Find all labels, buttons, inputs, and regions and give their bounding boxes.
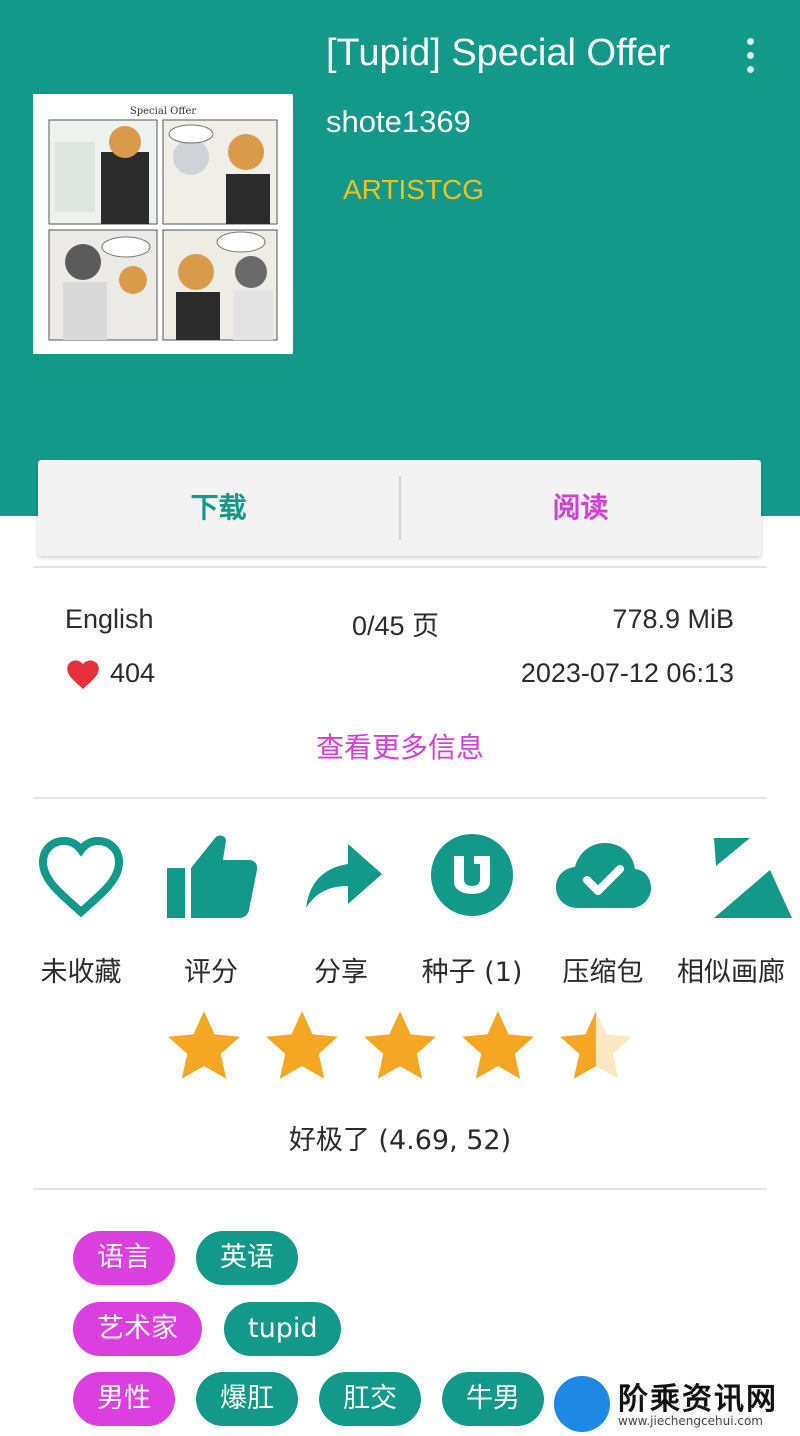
tool-label: 相似画廊: [677, 957, 785, 988]
star-icon: [364, 1011, 436, 1079]
heart-outline-icon: [38, 836, 124, 918]
cover-thumbnail: Special Offer: [41, 102, 285, 346]
size-text: 778.9 MiB: [612, 604, 734, 634]
cover-title: Special Offer: [130, 106, 197, 117]
gallery-title: [Tupid] Special Offer: [326, 32, 671, 74]
heart-icon: [67, 660, 99, 689]
download-button[interactable]: 下载: [38, 460, 399, 556]
similar-tool[interactable]: 相似画廊: [676, 830, 800, 988]
watermark: 阶乘资讯网 www.jiechengcehui.com: [552, 1374, 800, 1436]
similar-icon: [714, 838, 792, 918]
posted-date: 2023-07-12 06:13: [520, 658, 734, 688]
torrent-icon: [431, 834, 513, 916]
action-bar: 下载 阅读: [38, 460, 761, 556]
tag-english[interactable]: 英语: [196, 1231, 298, 1285]
archive-tool[interactable]: 压缩包: [538, 830, 668, 988]
tool-label: 分享: [314, 957, 368, 988]
cloud-done-icon: [556, 843, 651, 908]
tag-male-1[interactable]: 爆肛: [196, 1372, 298, 1426]
divider: [33, 797, 767, 799]
gallery-cover[interactable]: Special Offer: [33, 94, 293, 354]
star-half-icon: [560, 1011, 632, 1079]
tool-label: 未收藏: [40, 957, 122, 988]
rating-summary: 好极了 (4.69, 52): [288, 1125, 512, 1156]
tool-label: 压缩包: [562, 957, 644, 988]
divider: [33, 1188, 767, 1190]
rate-tool[interactable]: 评分: [146, 830, 276, 988]
watermark-brand: 阶乘资讯网: [618, 1382, 778, 1417]
tag-male-2[interactable]: 肛交: [319, 1372, 421, 1426]
tool-label: 种子 (1): [421, 957, 523, 988]
share-tool[interactable]: 分享: [276, 830, 406, 988]
tag-tupid[interactable]: tupid: [224, 1302, 342, 1356]
more-options-icon[interactable]: [738, 36, 764, 76]
thumb-up-icon: [167, 835, 258, 918]
tag-namespace-male[interactable]: 男性: [73, 1372, 175, 1426]
tag-namespace-language[interactable]: 语言: [73, 1231, 175, 1285]
tool-label: 评分: [184, 957, 238, 988]
read-button[interactable]: 阅读: [400, 460, 761, 556]
uploader-name[interactable]: shote1369: [326, 104, 471, 140]
language-text: English: [65, 604, 154, 634]
star-icon: [168, 1011, 240, 1079]
star-icon: [266, 1011, 338, 1079]
watermark-site: www.jiechengcehui.com: [618, 1414, 763, 1428]
pages-text: 0/45 页: [352, 611, 440, 641]
divider: [33, 566, 767, 568]
favorite-tool[interactable]: 未收藏: [16, 830, 146, 988]
favorite-count: 404: [110, 658, 156, 688]
tag-namespace-artist[interactable]: 艺术家: [73, 1302, 202, 1356]
star-icon: [462, 1011, 534, 1079]
tag-male-3[interactable]: 牛男: [442, 1372, 544, 1426]
category-label[interactable]: ARTISTCG: [343, 174, 484, 206]
more-info-link[interactable]: 查看更多信息: [0, 726, 800, 766]
share-icon: [306, 844, 382, 908]
watermark-logo: [554, 1376, 610, 1432]
torrent-tool[interactable]: 种子 (1): [407, 830, 537, 988]
